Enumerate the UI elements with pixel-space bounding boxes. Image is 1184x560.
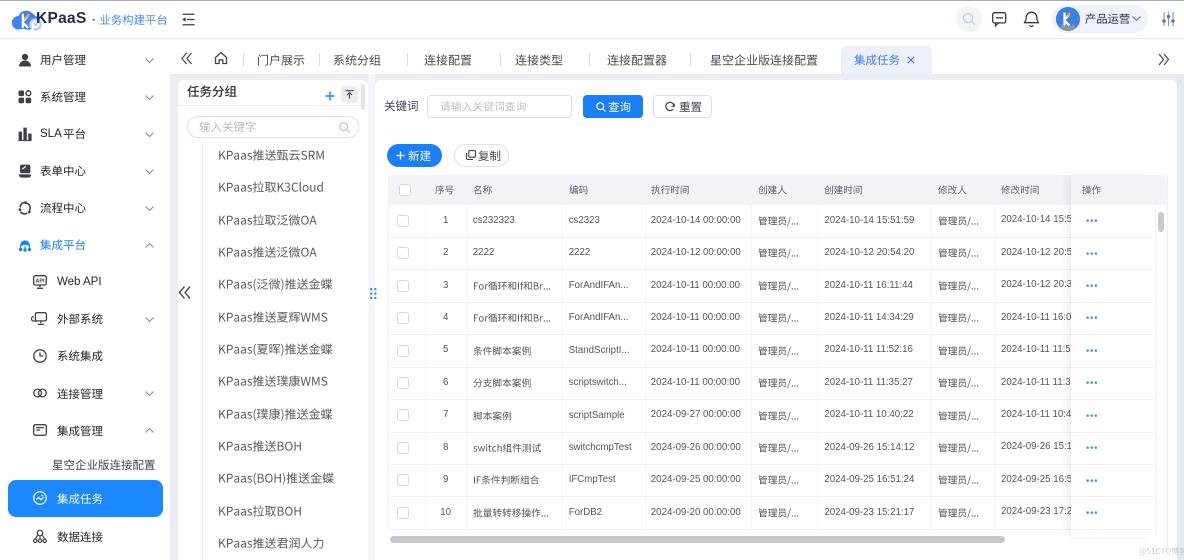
svg-text:API: API — [36, 279, 45, 285]
